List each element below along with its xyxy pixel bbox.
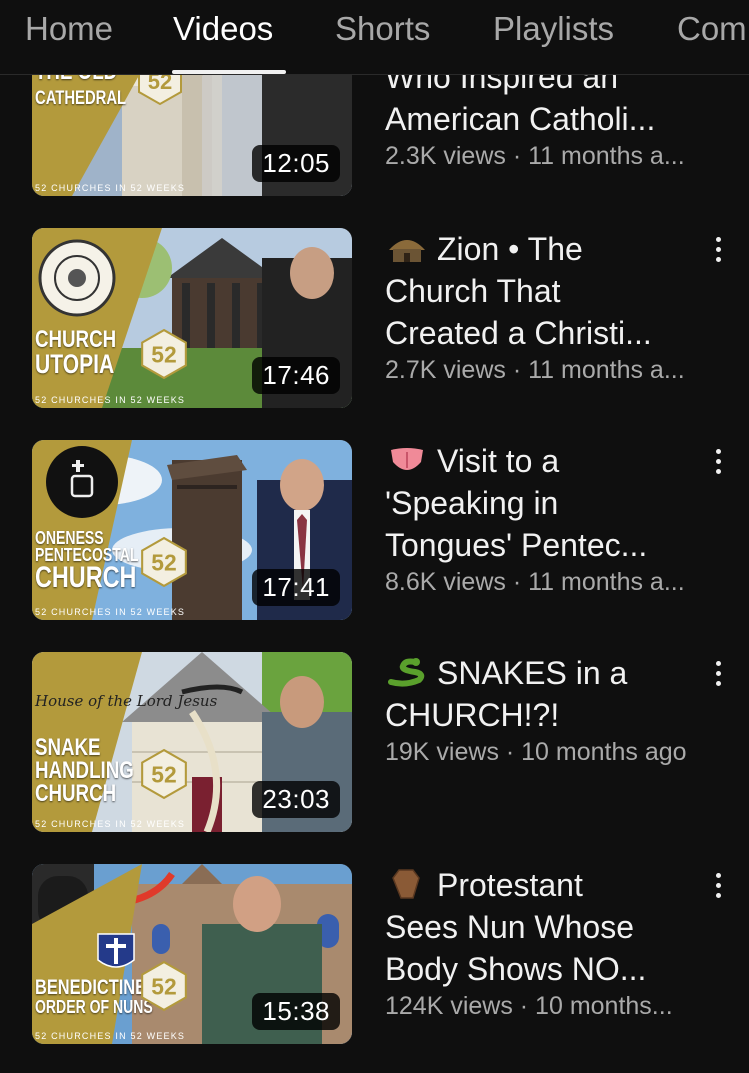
- tab-home[interactable]: Home: [25, 10, 113, 48]
- video-stats: 124K views · 10 months...: [385, 992, 673, 1020]
- svg-text:52: 52: [151, 761, 176, 787]
- thumbnail-series-label: 52 CHURCHES IN 52 WEEKS: [35, 183, 186, 193]
- video-title[interactable]: Protestant Sees Nun Whose Body Shows NO.…: [385, 864, 695, 990]
- video-title-line: CHURCH!?!: [385, 697, 560, 733]
- video-duration: 17:46: [252, 357, 340, 394]
- channel-tab-bar: Home Videos Shorts Playlists Com: [0, 0, 749, 75]
- video-title-line: SNAKES in a: [385, 652, 695, 694]
- video-item[interactable]: ONENESS PENTECOSTAL CHURCH 52 52 CHURCHE…: [0, 440, 749, 620]
- thumbnail-series-label: 52 CHURCHES IN 52 WEEKS: [35, 1031, 186, 1041]
- video-title-line: Protestant: [385, 864, 695, 906]
- video-meta: Zion • The Church That Created a Christi…: [385, 228, 695, 386]
- tab-playlists[interactable]: Playlists: [493, 10, 614, 48]
- video-thumbnail[interactable]: ONENESS PENTECOSTAL CHURCH 52 52 CHURCHE…: [32, 440, 352, 620]
- more-options-icon[interactable]: [708, 446, 728, 482]
- number-badge-icon: 52: [141, 328, 187, 380]
- more-options-icon[interactable]: [708, 658, 728, 694]
- more-options-icon[interactable]: [708, 870, 728, 906]
- video-stats: 2.3K views · 11 months a...: [385, 142, 685, 170]
- thumbnail-title-line: ORDER OF NUNS: [35, 997, 153, 1017]
- number-badge-icon: 52: [141, 960, 187, 1012]
- video-duration: 12:05: [252, 145, 340, 182]
- video-stats: 8.6K views · 11 months a...: [385, 568, 685, 596]
- video-thumbnail[interactable]: BENEDICTINE ORDER OF NUNS 52 52 CHURCHES…: [32, 864, 352, 1044]
- video-stats: 2.7K views · 11 months a...: [385, 356, 685, 384]
- video-title[interactable]: Zion • The Church That Created a Christi…: [385, 228, 695, 354]
- video-title-line: Zion • The: [385, 228, 695, 270]
- video-title[interactable]: SNAKES in a CHURCH!?!: [385, 652, 695, 736]
- tab-videos[interactable]: Videos: [173, 10, 273, 48]
- tab-shorts[interactable]: Shorts: [335, 10, 430, 48]
- svg-text:52: 52: [151, 973, 176, 999]
- video-stats: 19K views · 10 months ago: [385, 738, 687, 766]
- thumbnail-title-line: CATHEDRAL: [35, 88, 127, 109]
- thumbnail-title-line: CHURCH: [35, 780, 117, 807]
- number-badge-icon: 52: [141, 748, 187, 800]
- coffin-icon: [392, 869, 420, 899]
- thumbnail-title-line: CHURCH: [35, 561, 137, 594]
- thumbnail-series-label: 52 CHURCHES IN 52 WEEKS: [35, 395, 186, 405]
- video-item[interactable]: BENEDICTINE ORDER OF NUNS 52 52 CHURCHES…: [0, 864, 749, 1044]
- thumbnail-title-line: CHURCH: [35, 326, 117, 353]
- video-item[interactable]: CHURCH UTOPIA 52 52 CHURCHES IN 52 WEEKS…: [0, 228, 749, 408]
- video-title[interactable]: Visit to a 'Speaking in Tongues' Pentec.…: [385, 440, 695, 566]
- video-title-line: Created a Christi...: [385, 315, 652, 351]
- number-badge-icon: 52: [141, 536, 187, 588]
- next-video-peek: [0, 1064, 749, 1073]
- thumbnail-series-label: 52 CHURCHES IN 52 WEEKS: [35, 607, 186, 617]
- video-duration: 23:03: [252, 781, 340, 818]
- tab-community[interactable]: Com: [677, 10, 747, 48]
- thumbnail-title-line: SNAKE: [35, 734, 101, 761]
- more-options-icon[interactable]: [708, 234, 728, 270]
- video-title-line: 'Speaking in: [385, 485, 559, 521]
- active-tab-indicator: [172, 70, 286, 74]
- tongue-icon: [391, 448, 423, 470]
- thumbnail-title-line: HANDLING: [35, 757, 134, 784]
- thumbnail-series-label: 52 CHURCHES IN 52 WEEKS: [35, 819, 186, 829]
- video-meta: Protestant Sees Nun Whose Body Shows NO.…: [385, 864, 695, 1022]
- video-item[interactable]: House of the Lord Jesus SNAKE HANDLING C…: [0, 652, 749, 832]
- video-duration: 17:41: [252, 569, 340, 606]
- snake-icon: [388, 658, 425, 687]
- video-meta: SNAKES in a CHURCH!?! 19K views · 10 mon…: [385, 652, 695, 768]
- svg-text:52: 52: [151, 549, 176, 575]
- hut-icon: [389, 240, 425, 262]
- video-duration: 15:38: [252, 993, 340, 1030]
- thumbnail-title-line: UTOPIA: [35, 349, 115, 379]
- video-meta: Visit to a 'Speaking in Tongues' Pentec.…: [385, 440, 695, 598]
- video-title-line: Church That: [385, 273, 561, 309]
- video-title-line: Tongues' Pentec...: [385, 527, 648, 563]
- video-title-line: Body Shows NO...: [385, 951, 647, 987]
- video-thumbnail[interactable]: CHURCH UTOPIA 52 52 CHURCHES IN 52 WEEKS…: [32, 228, 352, 408]
- video-thumbnail[interactable]: House of the Lord Jesus SNAKE HANDLING C…: [32, 652, 352, 832]
- svg-text:52: 52: [151, 341, 176, 367]
- video-title-line: Sees Nun Whose: [385, 909, 635, 945]
- video-title-line: Visit to a: [385, 440, 695, 482]
- thumbnail-script-text: House of the Lord Jesus: [35, 692, 218, 710]
- video-title-line: American Catholi...: [385, 101, 656, 137]
